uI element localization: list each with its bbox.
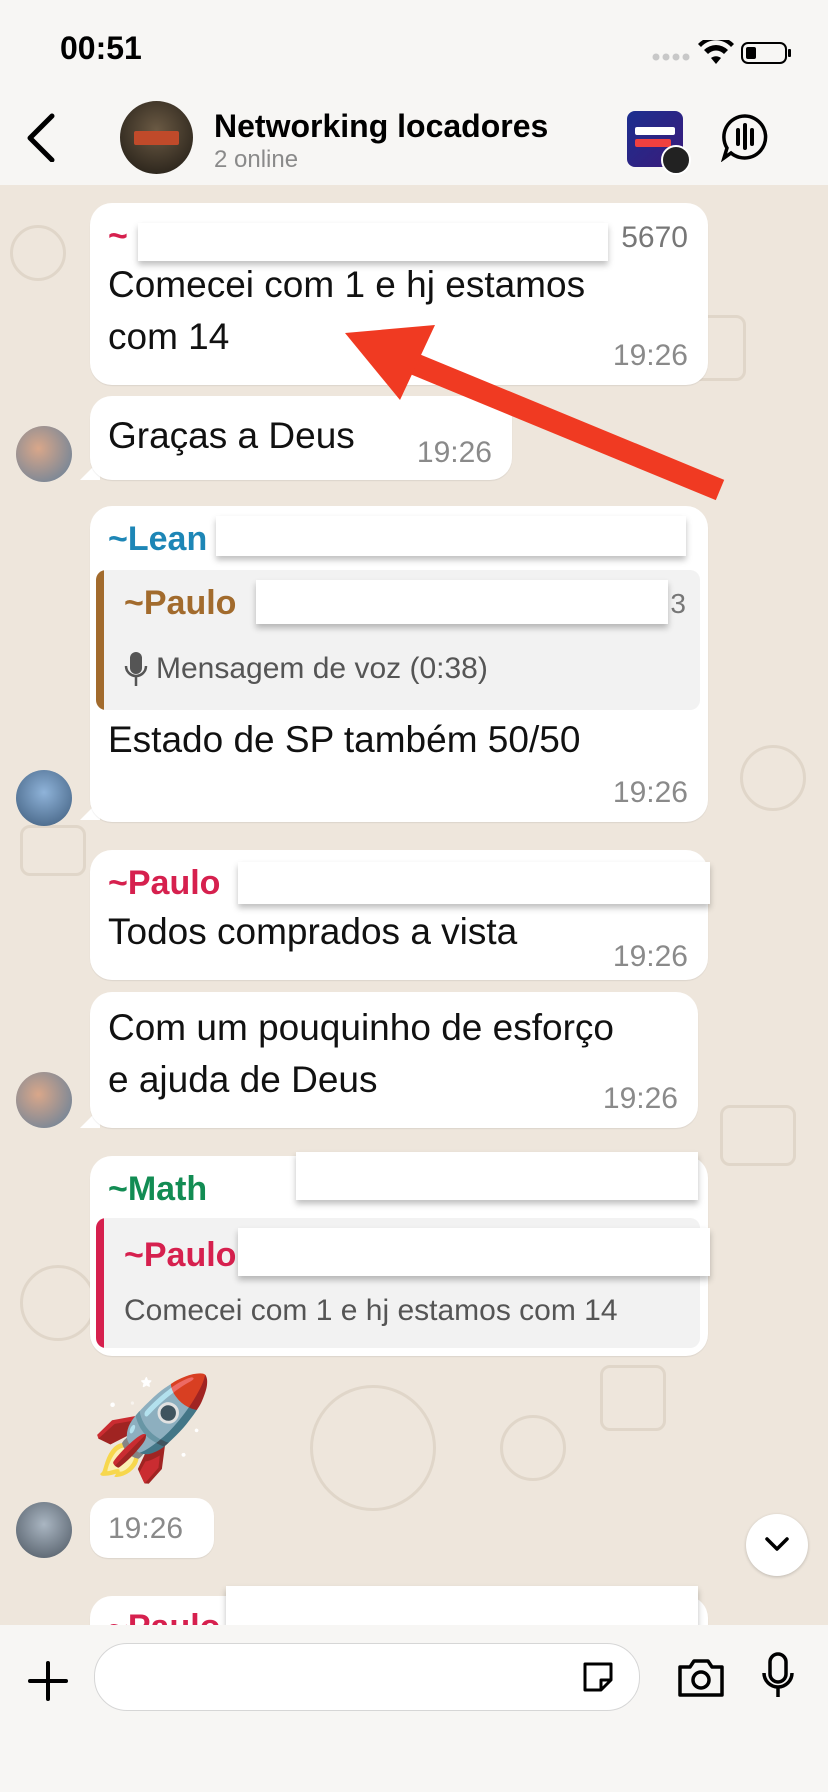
quote-sender: ~Paulo — [124, 1236, 237, 1274]
message-text-line: e ajuda de Deus — [108, 1059, 378, 1100]
message-time: 19:26 — [612, 776, 688, 809]
message-time: 19:26 — [612, 339, 688, 372]
message-sender: ~ — [108, 217, 128, 255]
plus-icon[interactable] — [26, 1659, 70, 1703]
wallpaper-doodle — [600, 1365, 666, 1431]
chat-header: Networking locadores 2 online — [0, 90, 828, 185]
wallpaper-doodle — [500, 1415, 566, 1481]
message-text-line: com 14 — [108, 316, 230, 357]
sender-avatar[interactable] — [16, 1502, 72, 1558]
wallpaper-doodle — [20, 825, 86, 876]
quote-text: Comecei com 1 e hj estamos com 14 — [124, 1294, 618, 1327]
wallpaper-doodle — [10, 225, 66, 281]
message-time: 19:26 — [602, 1082, 678, 1115]
redaction-box — [138, 223, 608, 261]
message-sender: ~Paulo — [108, 864, 221, 902]
quote-text: Mensagem de voz (0:38) — [156, 652, 488, 685]
message-sender: ~Math — [108, 1170, 208, 1208]
status-bar: 00:51 — [0, 0, 828, 90]
back-arrow-icon[interactable] — [22, 112, 62, 162]
message-bubble[interactable]: Graças a Deus 19:26 — [90, 396, 512, 480]
group-avatar-icon[interactable] — [120, 101, 193, 174]
redaction-box — [226, 1586, 698, 1630]
message-text: Graças a Deus — [108, 415, 355, 456]
redaction-box — [238, 862, 710, 904]
message-text-line: Comecei com 1 e hj estamos — [108, 264, 586, 305]
microphone-icon — [124, 652, 148, 686]
sender-avatar[interactable] — [16, 426, 72, 482]
quote-bar — [96, 570, 104, 710]
sender-phone-suffix: 5670 — [621, 221, 688, 254]
sender-avatar[interactable] — [16, 770, 72, 826]
rocket-emoji[interactable]: 🚀 — [90, 1368, 215, 1488]
wallpaper-doodle — [740, 745, 806, 811]
battery-icon — [741, 42, 791, 64]
quote-sender: ~Paulo — [124, 584, 237, 622]
camera-icon[interactable] — [676, 1655, 726, 1699]
message-time: 19:26 — [416, 436, 492, 469]
sender-avatar[interactable] — [16, 1072, 72, 1128]
message-time: 19:26 — [108, 1512, 184, 1545]
sender-phone-suffix: 3 — [670, 588, 686, 619]
message-text: Estado de SP também 50/50 — [108, 719, 581, 760]
redaction-box — [216, 516, 686, 556]
status-time: 00:51 — [60, 30, 142, 66]
wifi-icon — [698, 40, 734, 64]
quote-bar — [96, 1218, 104, 1348]
wallpaper-doodle — [310, 1385, 436, 1511]
message-sender: ~Lean — [108, 520, 208, 558]
message-input[interactable] — [94, 1643, 640, 1711]
redaction-box — [296, 1152, 698, 1200]
chat-subtitle: 2 online — [214, 146, 299, 173]
redaction-box — [238, 1228, 710, 1276]
voice-chat-icon[interactable] — [720, 112, 770, 162]
status-icons — [652, 40, 791, 64]
message-time-bubble[interactable]: 19:26 — [90, 1498, 214, 1558]
message-text: Todos comprados a vista — [108, 911, 518, 952]
message-time: 19:26 — [612, 940, 688, 973]
locacao-extrema-icon[interactable] — [627, 111, 691, 175]
wallpaper-doodle — [720, 1105, 796, 1166]
message-bubble[interactable]: Com um pouquinho de esforço e ajuda de D… — [90, 992, 698, 1128]
microphone-icon[interactable] — [760, 1651, 796, 1701]
input-bar — [0, 1625, 828, 1792]
scroll-down-button[interactable] — [746, 1514, 808, 1576]
sticker-icon[interactable] — [579, 1658, 617, 1696]
redaction-box — [256, 580, 668, 624]
chat-title[interactable]: Networking locadores — [214, 108, 548, 145]
message-text-line: Com um pouquinho de esforço — [108, 1007, 614, 1048]
wallpaper-doodle — [20, 1265, 96, 1341]
chevron-down-icon — [765, 1537, 789, 1551]
